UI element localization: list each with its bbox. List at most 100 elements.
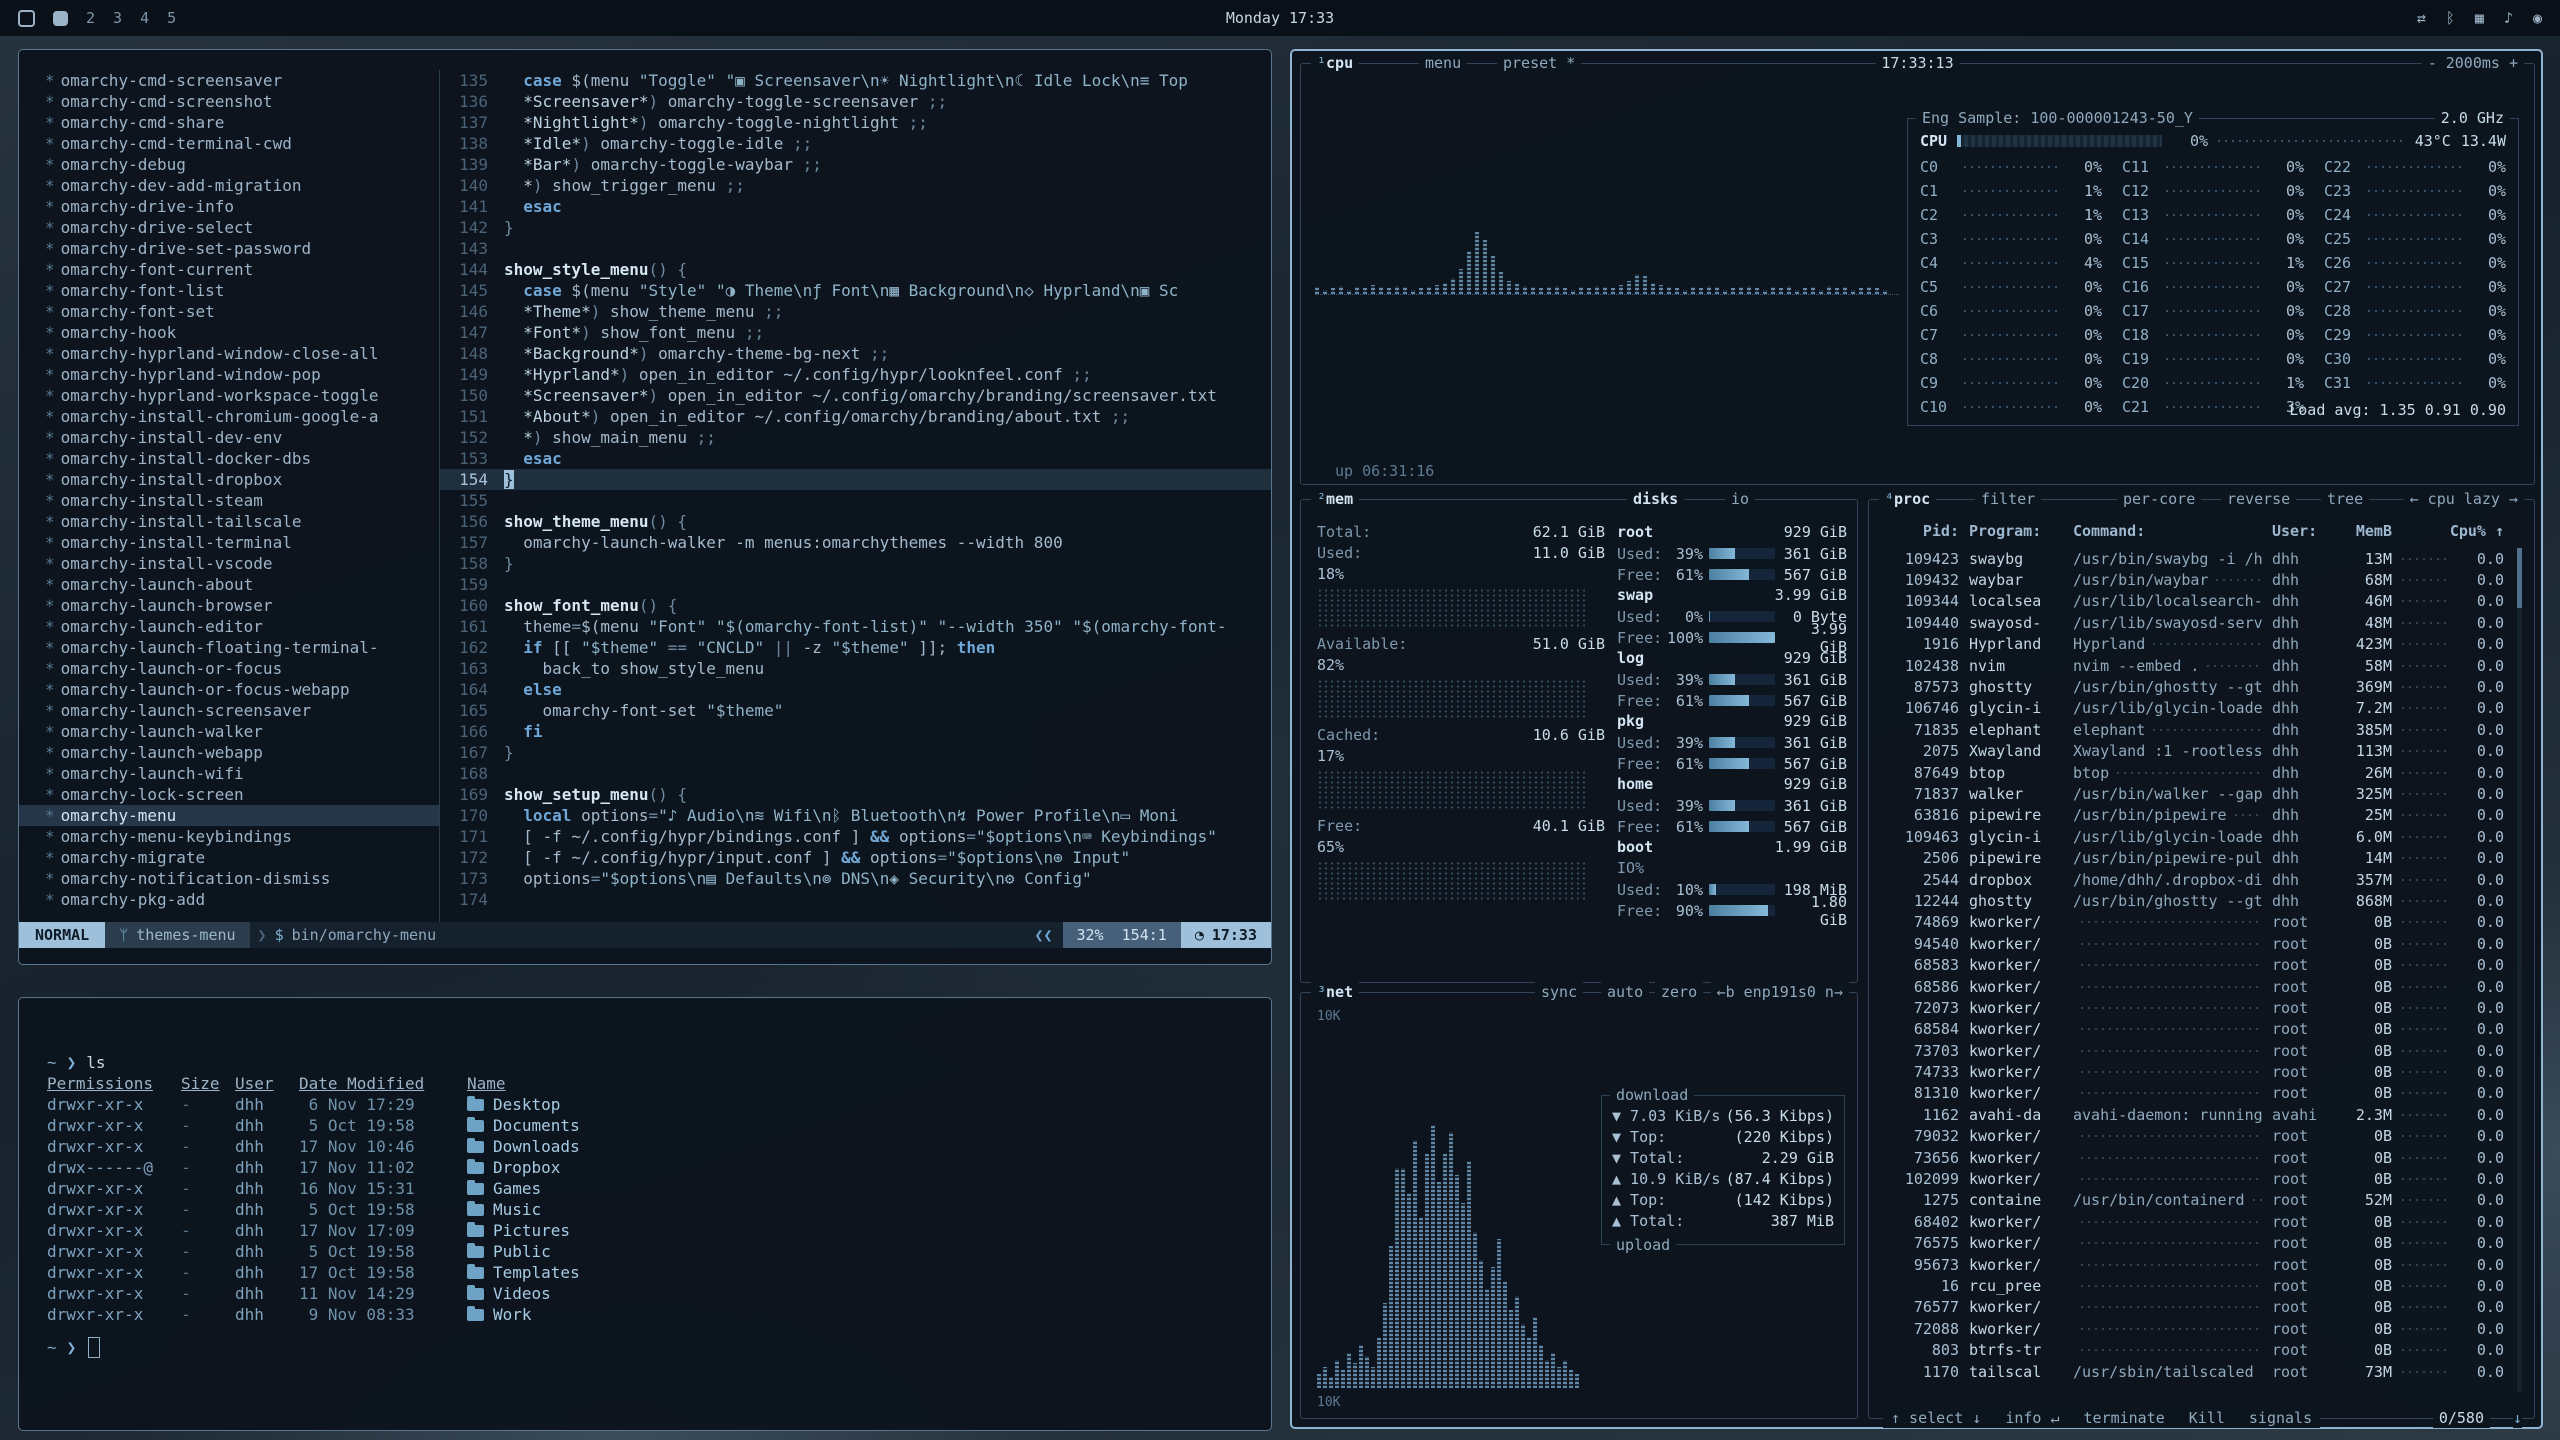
signals-hint[interactable]: signals — [2249, 1408, 2312, 1428]
col-memb[interactable]: MemB — [2340, 522, 2392, 540]
select-hint[interactable]: ↑ select ↓ — [1891, 1408, 1981, 1428]
file-list-item[interactable]: *omarchy-cmd-share — [19, 112, 439, 133]
per-core-button[interactable]: per-core — [2117, 489, 2201, 509]
code-line[interactable]: 150 *Screensaver*) open_in_editor ~/.con… — [440, 385, 1271, 406]
process-row[interactable]: 63816pipewire/usr/bin/pipewiredhh25M0.0 — [1883, 805, 2504, 826]
sort-mode[interactable]: ← cpu lazy → — [2404, 489, 2524, 509]
code-line[interactable]: 148 *Background*) omarchy-theme-bg-next … — [440, 343, 1271, 364]
file-list-item[interactable]: *omarchy-install-tailscale — [19, 511, 439, 532]
omarchy-logo-icon[interactable] — [18, 10, 35, 27]
code-line[interactable]: 153 esac — [440, 448, 1271, 469]
process-row[interactable]: 1916HyprlandHyprlanddhh423M0.0 — [1883, 634, 2504, 655]
workspace-2[interactable]: 2 — [86, 9, 95, 27]
code-line[interactable]: 168 — [440, 763, 1271, 784]
code-line[interactable]: 152 *) show_main_menu ;; — [440, 427, 1271, 448]
file-list-item[interactable]: *omarchy-install-terminal — [19, 532, 439, 553]
process-row[interactable]: 12244ghostty/usr/bin/ghostty --gtk-dhh86… — [1883, 890, 2504, 911]
code-line[interactable]: 174 — [440, 889, 1271, 910]
file-list-item[interactable]: *omarchy-install-steam — [19, 490, 439, 511]
net-zero-button[interactable]: zero — [1655, 982, 1703, 1002]
file-list-item[interactable]: *omarchy-launch-floating-terminal- — [19, 637, 439, 658]
code-line[interactable]: 158} — [440, 553, 1271, 574]
file-list-item[interactable]: *omarchy-hyprland-workspace-toggle — [19, 385, 439, 406]
process-row[interactable]: 109344localsea/usr/lib/localsearch-exdhh… — [1883, 591, 2504, 612]
file-list-item[interactable]: *omarchy-migrate — [19, 847, 439, 868]
process-row[interactable]: 72088kworker/root0B0.0 — [1883, 1318, 2504, 1339]
code-line[interactable]: 136 *Screensaver*) omarchy-toggle-screen… — [440, 91, 1271, 112]
process-row[interactable]: 1162avahi-daavahi-daemon: running [avahi… — [1883, 1104, 2504, 1125]
terminal-window[interactable]: ~ ❯ ls Permissions Size User Date Modifi… — [18, 997, 1272, 1431]
process-row[interactable]: 109432waybar/usr/bin/waybardhh68M0.0 — [1883, 569, 2504, 590]
process-row[interactable]: 68583kworker/root0B0.0 — [1883, 954, 2504, 975]
file-list-item[interactable]: *omarchy-install-dropbox — [19, 469, 439, 490]
process-row[interactable]: 16rcu_preeroot0B0.0 — [1883, 1275, 2504, 1296]
kill-hint[interactable]: Kill — [2189, 1408, 2225, 1428]
code-line[interactable]: 139 *Bar*) omarchy-toggle-waybar ;; — [440, 154, 1271, 175]
code-line[interactable]: 147 *Font*) show_font_menu ;; — [440, 322, 1271, 343]
code-line[interactable]: 143 — [440, 238, 1271, 259]
file-list-item[interactable]: *omarchy-cmd-terminal-cwd — [19, 133, 439, 154]
bluetooth-icon[interactable]: ᛒ — [2446, 9, 2455, 27]
code-line[interactable]: 162 if [[ "$theme" == "CNCLD" || -z "$th… — [440, 637, 1271, 658]
process-row[interactable]: 102099kworker/root0B0.0 — [1883, 1168, 2504, 1189]
code-line[interactable]: 166 fi — [440, 721, 1271, 742]
file-list-item[interactable]: *omarchy-drive-set-password — [19, 238, 439, 259]
file-list-item[interactable]: *omarchy-launch-wifi — [19, 763, 439, 784]
file-list-item[interactable]: *omarchy-launch-walker — [19, 721, 439, 742]
file-list-item[interactable]: *omarchy-hyprland-window-close-all — [19, 343, 439, 364]
code-line[interactable]: 169show_setup_menu() { — [440, 784, 1271, 805]
code-line[interactable]: 167} — [440, 742, 1271, 763]
process-row[interactable]: 71835elephantelephantdhh385M0.0 — [1883, 719, 2504, 740]
workspace-4[interactable]: 4 — [140, 9, 149, 27]
file-list-item[interactable]: *omarchy-install-chromium-google-a — [19, 406, 439, 427]
workspace-3[interactable]: 3 — [113, 9, 122, 27]
display-icon[interactable]: ▦ — [2475, 9, 2484, 27]
col-user[interactable]: User: — [2272, 522, 2330, 540]
code-line[interactable]: 163 back_to show_style_menu — [440, 658, 1271, 679]
tree-button[interactable]: tree — [2321, 489, 2369, 509]
file-list-item[interactable]: *omarchy-cmd-screenshot — [19, 91, 439, 112]
net-auto-button[interactable]: auto — [1601, 982, 1649, 1002]
file-list-item[interactable]: *omarchy-menu-keybindings — [19, 826, 439, 847]
code-line[interactable]: 156show_theme_menu() { — [440, 511, 1271, 532]
code-line[interactable]: 142} — [440, 217, 1271, 238]
file-list-item[interactable]: *omarchy-drive-info — [19, 196, 439, 217]
process-row[interactable]: 87573ghostty/usr/bin/ghostty --gtk-dhh36… — [1883, 676, 2504, 697]
file-list-item[interactable]: *omarchy-launch-editor — [19, 616, 439, 637]
process-row[interactable]: 68402kworker/root0B0.0 — [1883, 1211, 2504, 1232]
file-list-item[interactable]: *omarchy-notification-dismiss — [19, 868, 439, 889]
code-line[interactable]: 141 esac — [440, 196, 1271, 217]
process-row[interactable]: 2544dropbox/home/dhh/.dropbox-distdhh357… — [1883, 869, 2504, 890]
scroll-down-icon[interactable]: ↓ — [2513, 1408, 2522, 1428]
net-sync-button[interactable]: sync — [1535, 982, 1583, 1002]
workspace-1-active-icon[interactable] — [53, 11, 68, 26]
file-list-item[interactable]: *omarchy-menu — [19, 805, 439, 826]
code-line[interactable]: 135 case $(menu "Toggle" "▣ Screensaver\… — [440, 70, 1271, 91]
code-line[interactable]: 154} — [440, 469, 1271, 490]
code-line[interactable]: 157 omarchy-launch-walker -m menus:omarc… — [440, 532, 1271, 553]
process-row[interactable]: 803btrfs-trroot0B0.0 — [1883, 1339, 2504, 1360]
process-row[interactable]: 73656kworker/root0B0.0 — [1883, 1147, 2504, 1168]
code-line[interactable]: 149 *Hyprland*) open_in_editor ~/.config… — [440, 364, 1271, 385]
file-list-item[interactable]: *omarchy-launch-screensaver — [19, 700, 439, 721]
file-list-item[interactable]: *omarchy-launch-webapp — [19, 742, 439, 763]
code-line[interactable]: 137 *Nightlight*) omarchy-toggle-nightli… — [440, 112, 1271, 133]
col-command[interactable]: Command: — [2073, 522, 2262, 540]
process-row[interactable]: 76577kworker/root0B0.0 — [1883, 1297, 2504, 1318]
info-hint[interactable]: info ↵ — [2005, 1408, 2059, 1428]
process-scrollbar[interactable] — [2517, 548, 2522, 1392]
prompt-line-empty[interactable]: ~ ❯ — [47, 1337, 1247, 1358]
file-list-item[interactable]: *omarchy-font-list — [19, 280, 439, 301]
process-row[interactable]: 81310kworker/root0B0.0 — [1883, 1083, 2504, 1104]
process-row[interactable]: 68584kworker/root0B0.0 — [1883, 1019, 2504, 1040]
process-row[interactable]: 73703kworker/root0B0.0 — [1883, 1040, 2504, 1061]
code-line[interactable]: 171 [ -f ~/.config/hypr/bindings.conf ] … — [440, 826, 1271, 847]
reverse-button[interactable]: reverse — [2221, 489, 2296, 509]
network-icon[interactable]: ⇄ — [2417, 9, 2426, 27]
code-line[interactable]: 140 *) show_trigger_menu ;; — [440, 175, 1271, 196]
file-list-item[interactable]: *omarchy-install-docker-dbs — [19, 448, 439, 469]
process-row[interactable]: 79032kworker/root0B0.0 — [1883, 1126, 2504, 1147]
file-list-item[interactable]: *omarchy-install-dev-env — [19, 427, 439, 448]
code-line[interactable]: 160show_font_menu() { — [440, 595, 1271, 616]
process-row[interactable]: 109440swayosd-/usr/lib/swayosd-serverdhh… — [1883, 612, 2504, 633]
